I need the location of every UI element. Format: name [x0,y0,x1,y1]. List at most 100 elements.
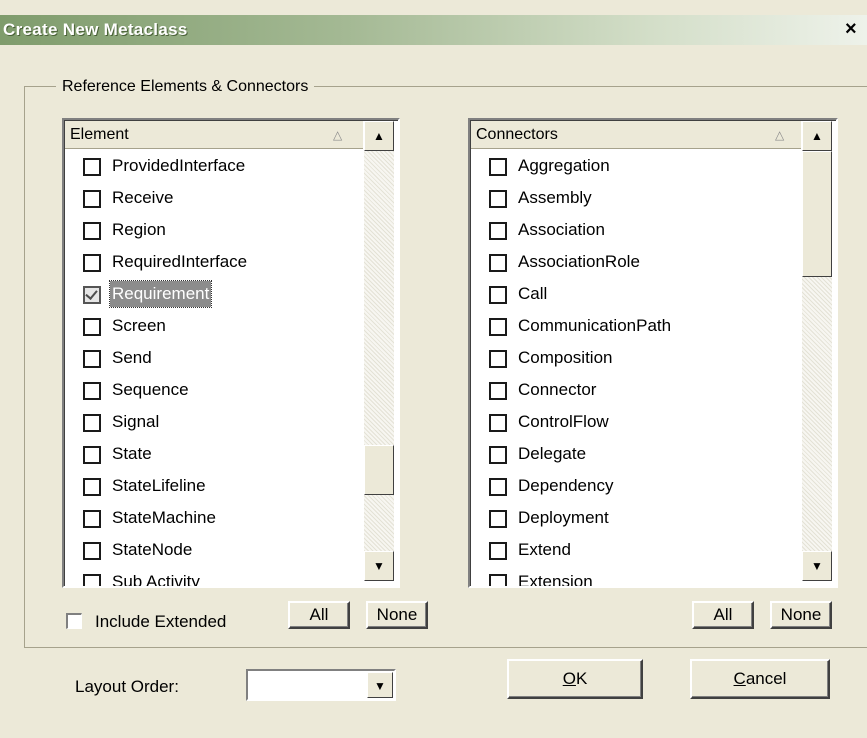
list-item[interactable]: Dependency [471,470,801,502]
item-checkbox[interactable] [83,158,101,176]
cancel-mnemonic: C [733,669,746,688]
list-item[interactable]: Connector [471,374,801,406]
item-label: Signal [112,412,160,431]
item-checkbox[interactable] [489,446,507,464]
item-checkbox[interactable] [83,542,101,560]
list-item[interactable]: Receive [65,182,363,214]
list-item[interactable]: Assembly [471,182,801,214]
list-item[interactable]: Extension [471,566,801,588]
item-checkbox[interactable] [489,254,507,272]
list-item[interactable]: Screen [65,310,363,342]
connector-scroll-thumb[interactable] [802,151,832,277]
item-checkbox[interactable] [489,190,507,208]
element-scrollbar[interactable]: ▲ ▼ [364,121,394,581]
item-label: Screen [112,316,166,335]
element-none-button[interactable]: None [366,601,428,629]
list-item[interactable]: CommunicationPath [471,310,801,342]
list-item[interactable]: Region [65,214,363,246]
item-label: Assembly [518,188,592,207]
item-checkbox[interactable] [83,478,101,496]
list-item[interactable]: Call [471,278,801,310]
layout-order-select[interactable]: ▼ [246,669,396,701]
element-listbox[interactable]: Element △ ProvidedInterface Receive Region… [62,118,400,588]
connector-all-button[interactable]: All [692,601,754,629]
list-item[interactable]: Association [471,214,801,246]
item-label: StateLifeline [112,476,206,495]
include-extended-checkbox[interactable] [66,613,82,629]
list-item[interactable]: Send [65,342,363,374]
connector-none-button[interactable]: None [770,601,832,629]
item-checkbox[interactable] [83,574,101,586]
item-checkbox[interactable] [83,510,101,528]
list-item[interactable]: Composition [471,342,801,374]
item-label: State [112,444,152,463]
item-checkbox[interactable] [83,350,101,368]
item-checkbox[interactable] [83,222,101,240]
scroll-down-icon[interactable]: ▼ [364,551,394,581]
item-checkbox[interactable] [489,510,507,528]
list-item[interactable]: State [65,438,363,470]
item-checkbox[interactable] [83,286,101,304]
list-item[interactable]: StateLifeline [65,470,363,502]
list-item[interactable]: ProvidedInterface [65,150,363,182]
list-item[interactable]: Signal [65,406,363,438]
include-extended-label: Include Extended [95,612,227,631]
item-checkbox[interactable] [489,382,507,400]
connector-column-header[interactable]: Connectors △ [471,121,801,149]
scroll-up-icon[interactable]: ▲ [802,121,832,151]
item-label: Dependency [518,476,614,495]
item-checkbox[interactable] [489,222,507,240]
list-item[interactable]: Sequence [65,374,363,406]
cancel-button[interactable]: Cancel [690,659,830,699]
element-scroll-thumb[interactable] [364,445,394,495]
item-checkbox[interactable] [489,542,507,560]
close-icon[interactable]: × [845,18,857,40]
item-label: ProvidedInterface [112,156,246,175]
item-label: Extension [518,572,593,588]
list-item[interactable]: Extend [471,534,801,566]
item-label: Sequence [112,380,189,399]
element-all-button[interactable]: All [288,601,350,629]
item-label: AssociationRole [518,252,640,271]
scroll-down-icon[interactable]: ▼ [802,551,832,581]
item-checkbox[interactable] [83,414,101,432]
list-item[interactable]: ControlFlow [471,406,801,438]
item-checkbox[interactable] [489,478,507,496]
group-label: Reference Elements & Connectors [56,76,315,98]
list-item[interactable]: Requirement [65,278,363,310]
list-item[interactable]: StateMachine [65,502,363,534]
item-checkbox[interactable] [489,286,507,304]
item-checkbox[interactable] [489,414,507,432]
item-label: Composition [518,348,613,367]
item-label: Aggregation [518,156,610,175]
chevron-down-icon[interactable]: ▼ [367,672,393,698]
element-column-header[interactable]: Element △ [65,121,363,149]
scroll-up-icon[interactable]: ▲ [364,121,394,151]
item-checkbox[interactable] [83,382,101,400]
element-header-label: Element [70,126,129,143]
list-item[interactable]: StateNode [65,534,363,566]
item-checkbox[interactable] [489,158,507,176]
item-checkbox[interactable] [489,350,507,368]
ok-mnemonic: O [562,669,576,688]
list-item[interactable]: Sub Activity [65,566,363,586]
item-label: ControlFlow [518,412,609,431]
cancel-label-rest: ancel [745,669,787,688]
item-checkbox[interactable] [489,318,507,336]
item-checkbox[interactable] [489,574,507,586]
connector-listbox[interactable]: Connectors △ Aggregation Assembly Associat… [468,118,838,588]
layout-order-label: Layout Order: [75,677,179,696]
item-checkbox[interactable] [83,446,101,464]
list-item[interactable]: RequiredInterface [65,246,363,278]
list-item[interactable]: Aggregation [471,150,801,182]
list-item[interactable]: Deployment [471,502,801,534]
ok-button[interactable]: OK [507,659,643,699]
item-checkbox[interactable] [83,318,101,336]
list-item[interactable]: Delegate [471,438,801,470]
connector-scrollbar[interactable]: ▲ ▼ [802,121,832,581]
list-item[interactable]: AssociationRole [471,246,801,278]
item-checkbox[interactable] [83,190,101,208]
item-label: Association [518,220,605,239]
item-checkbox[interactable] [83,254,101,272]
item-label: Send [112,348,152,367]
